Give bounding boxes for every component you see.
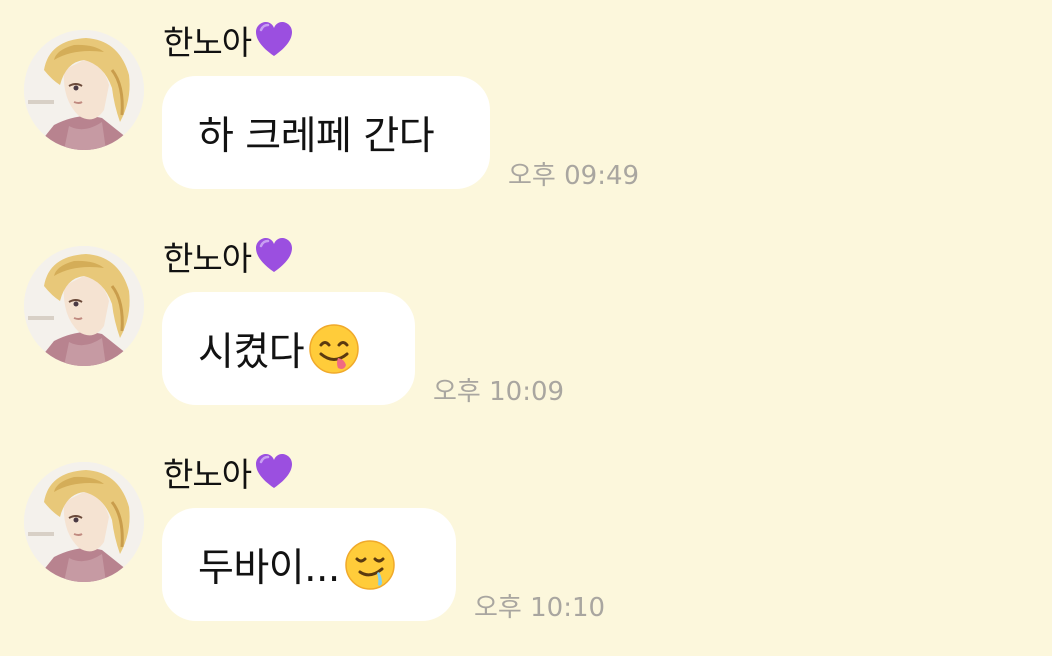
chat-message: 한노아 시켰다 오후 10:09: [0, 216, 1052, 426]
purple-heart-icon: [256, 238, 293, 272]
sender-row: 한노아: [163, 18, 295, 62]
chat-thread: 한노아 하 크레페 간다 오후 09:49 한노아 시켰다 오후 10:09 한…: [0, 0, 1052, 656]
drooling-face-icon: [345, 539, 395, 590]
message-time: 오후 10:09: [433, 377, 565, 407]
avatar[interactable]: [24, 30, 144, 150]
message-time: 오후 10:10: [474, 593, 606, 623]
message-bubble[interactable]: 하 크레페 간다: [162, 76, 490, 189]
sender-row: 한노아: [163, 234, 295, 278]
purple-heart-icon: [256, 22, 293, 56]
message-text: 시켰다: [198, 329, 305, 375]
sender-name: 한노아: [163, 455, 252, 494]
message-bubble[interactable]: 시켰다: [162, 292, 415, 405]
message-text: 하 크레페 간다: [198, 113, 435, 159]
yum-face-icon: [309, 323, 359, 374]
avatar-illustration: [24, 246, 144, 366]
message-time: 오후 09:49: [508, 161, 640, 191]
sender-name: 한노아: [163, 23, 252, 62]
sender-name: 한노아: [163, 239, 252, 278]
avatar[interactable]: [24, 462, 144, 582]
chat-message: 한노아 하 크레페 간다 오후 09:49: [0, 0, 1052, 210]
avatar-illustration: [24, 462, 144, 582]
chat-message: 한노아 두바이... 오후 10:10: [0, 432, 1052, 642]
avatar-illustration: [24, 30, 144, 150]
sender-row: 한노아: [163, 450, 295, 494]
purple-heart-icon: [256, 454, 293, 488]
message-text: 두바이...: [198, 545, 340, 591]
message-bubble[interactable]: 두바이...: [162, 508, 456, 621]
avatar[interactable]: [24, 246, 144, 366]
